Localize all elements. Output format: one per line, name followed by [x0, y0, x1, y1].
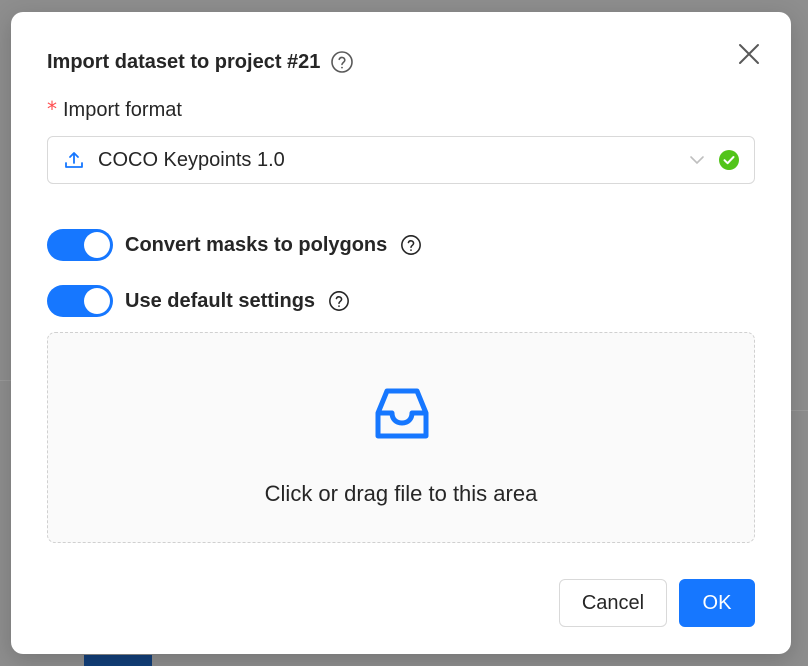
toggle-knob	[84, 288, 110, 314]
ok-button[interactable]: OK	[679, 579, 755, 627]
convert-masks-row: Convert masks to polygons	[47, 229, 423, 261]
dialog-title-row: Import dataset to project #21	[47, 50, 354, 74]
background-divider	[0, 380, 11, 381]
question-circle-icon[interactable]	[330, 50, 354, 74]
cancel-button[interactable]: Cancel	[559, 579, 667, 627]
default-settings-toggle[interactable]	[47, 285, 113, 317]
convert-masks-label: Convert masks to polygons	[125, 233, 388, 256]
dialog-title: Import dataset to project #21	[47, 50, 321, 73]
upload-icon	[64, 150, 84, 170]
question-circle-icon[interactable]	[327, 289, 351, 313]
import-format-value: COCO Keypoints 1.0	[98, 148, 285, 171]
import-dataset-dialog: Import dataset to project #21 * Import fo…	[11, 12, 791, 654]
inbox-icon	[373, 385, 431, 443]
file-dropzone[interactable]: Click or drag file to this area	[47, 332, 755, 543]
dropzone-hint: Click or drag file to this area	[264, 481, 538, 506]
import-format-select[interactable]: COCO Keypoints 1.0	[47, 136, 755, 184]
default-settings-row: Use default settings	[47, 285, 351, 317]
toggle-knob	[84, 232, 110, 258]
check-circle-icon	[718, 149, 740, 171]
background-divider	[791, 410, 808, 411]
import-format-label: * Import format	[47, 97, 182, 122]
background-button	[84, 655, 152, 666]
question-circle-icon[interactable]	[399, 233, 423, 257]
convert-masks-toggle[interactable]	[47, 229, 113, 261]
chevron-down-icon	[688, 151, 706, 169]
import-format-label-text: Import format	[63, 99, 182, 121]
required-mark: *	[47, 97, 57, 121]
close-icon[interactable]	[737, 42, 761, 66]
default-settings-label: Use default settings	[125, 289, 316, 312]
